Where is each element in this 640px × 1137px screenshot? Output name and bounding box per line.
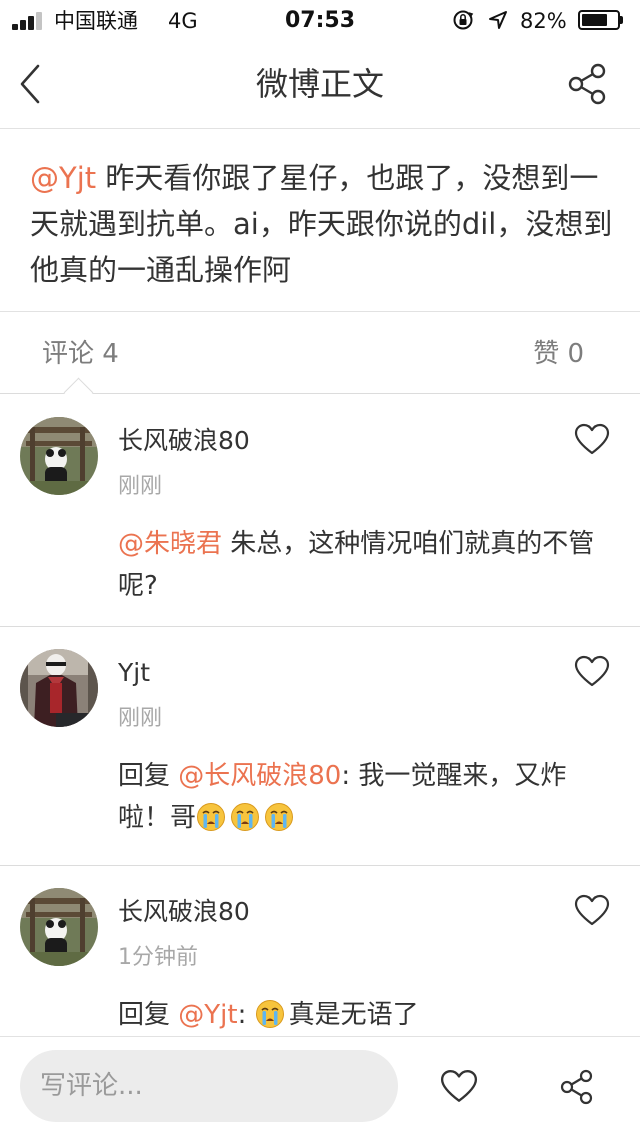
comment-time: 刚刚 — [118, 474, 163, 499]
comment-content: : — [237, 1000, 255, 1030]
crying-face-icon — [255, 1000, 284, 1028]
comment-suffix: 真是无语了 — [288, 1000, 419, 1030]
battery-icon — [578, 10, 623, 30]
comment-mention-link[interactable]: @长风破浪80 — [178, 761, 341, 791]
location-icon — [489, 11, 507, 29]
bottom-bar: 写评论... — [0, 1036, 640, 1137]
comment-prefix: 回复 — [118, 761, 179, 791]
comment-input[interactable]: 写评论... — [20, 1050, 398, 1122]
tab-likes[interactable]: 赞 0 — [533, 338, 584, 370]
status-bar: 中国联通 4G 07:53 82% — [0, 0, 640, 40]
comment-item: 长风破浪80 1分钟前 回复 @Yjt: 真是无语了 — [0, 866, 640, 1035]
page-title: 微博正文 — [255, 65, 384, 103]
post-text: @Yjt 昨天看你跟了星仔，也跟了，没想到一天就遇到抗单。ai，昨天跟你说的di… — [30, 155, 614, 293]
comment-username[interactable]: 长风破浪80 — [118, 425, 250, 457]
comment-mention-link[interactable]: @Yjt — [178, 1000, 237, 1030]
battery-percent: 82% — [520, 9, 567, 33]
crying-face-icon — [265, 803, 294, 831]
crying-face-icon — [197, 803, 226, 831]
comment-text: 回复 @Yjt: 真是无语了 — [118, 994, 608, 1035]
comment-tabs: 评论 4 赞 0 — [0, 312, 640, 408]
comment-item: 长风破浪80 刚刚 @朱晓君 朱总，这种情况咱们就真的不管呢? — [0, 395, 640, 627]
avatar[interactable] — [20, 888, 98, 966]
comment-text: @朱晓君 朱总，这种情况咱们就真的不管呢? — [118, 523, 608, 607]
tab-divider — [0, 393, 640, 394]
comment-time: 刚刚 — [118, 706, 163, 731]
post-body: @Yjt 昨天看你跟了星仔，也跟了，没想到一天就遇到抗单。ai，昨天跟你说的di… — [0, 129, 640, 312]
share-icon[interactable] — [558, 1069, 596, 1105]
crying-face-icon — [231, 803, 260, 831]
heart-icon[interactable] — [574, 655, 610, 689]
orientation-lock-icon — [453, 10, 474, 30]
tab-comments[interactable]: 评论 4 — [42, 338, 119, 370]
comment-prefix: 回复 — [118, 1000, 179, 1030]
share-icon[interactable] — [564, 62, 612, 106]
avatar[interactable] — [20, 417, 98, 495]
post-content: 昨天看你跟了星仔，也跟了，没想到一天就遇到抗单。ai，昨天跟你说的dil，没想到… — [30, 161, 613, 287]
comment-text: 回复 @长风破浪80: 我一觉醒来，又炸啦！哥 — [118, 755, 608, 839]
comment-mention-link[interactable]: @朱晓君 — [118, 529, 222, 559]
comment-username[interactable]: 长风破浪80 — [118, 896, 250, 928]
post-mention-link[interactable]: @Yjt — [30, 161, 96, 195]
nav-bar: 微博正文 — [0, 40, 640, 129]
comment-input-placeholder: 写评论... — [40, 1071, 143, 1101]
heart-icon[interactable] — [440, 1069, 478, 1105]
comment-list: 长风破浪80 刚刚 @朱晓君 朱总，这种情况咱们就真的不管呢? Yjt 刚刚 回… — [0, 395, 640, 1035]
avatar[interactable] — [20, 649, 98, 727]
heart-icon[interactable] — [574, 894, 610, 928]
comment-item: Yjt 刚刚 回复 @长风破浪80: 我一觉醒来，又炸啦！哥 — [0, 627, 640, 866]
comment-time: 1分钟前 — [118, 945, 198, 970]
heart-icon[interactable] — [574, 423, 610, 457]
comment-username[interactable]: Yjt — [118, 657, 150, 689]
